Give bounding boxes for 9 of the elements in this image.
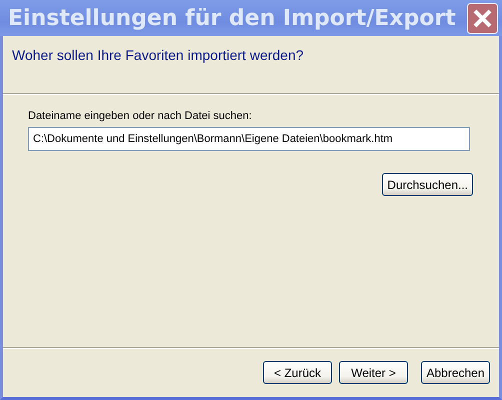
file-label: Dateiname eingeben oder nach Datei suchen: <box>28 110 253 122</box>
file-path-field[interactable]: C:\Dokumente und Einstellungen\Bormann\Eigene Dateien\bookmark.htm <box>28 127 470 151</box>
header-question: Woher sollen Ihre Favoriten importiert werden? <box>12 47 304 63</box>
window-title: Einstellungen für den Import/Export <box>8 6 456 30</box>
wizard-button[interactable]: Weiter > <box>339 361 408 384</box>
wizard-button[interactable]: Abbrechen <box>421 361 490 384</box>
browse-button[interactable]: Durchsuchen... <box>382 173 473 196</box>
wizard-button[interactable]: < Zurück <box>263 361 332 384</box>
close-icon[interactable] <box>467 2 498 34</box>
